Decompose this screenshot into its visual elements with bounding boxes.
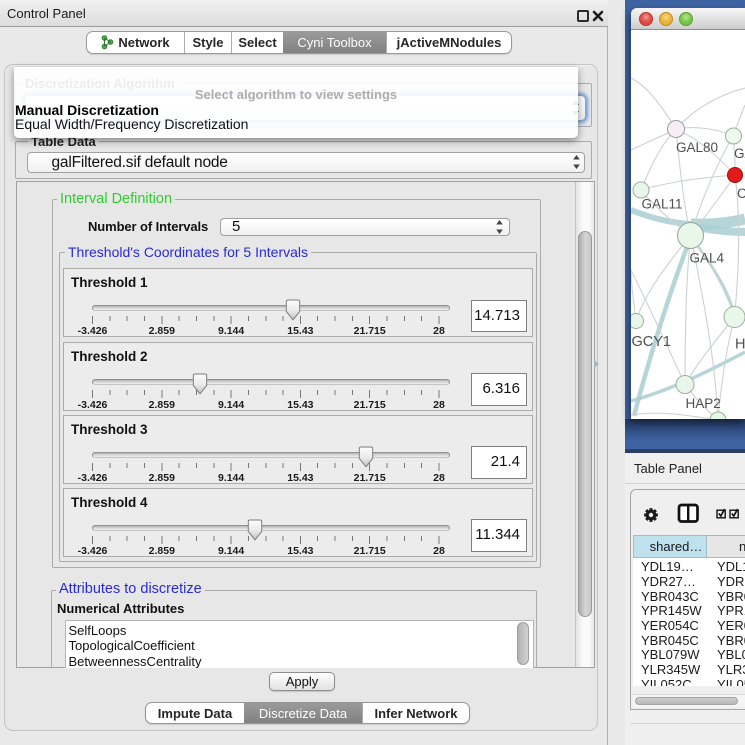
svg-text:GAL11: GAL11 (642, 197, 683, 212)
svg-text:C: C (737, 186, 745, 201)
svg-text:HAP2: HAP2 (686, 396, 721, 411)
svg-text:H: H (735, 337, 745, 353)
svg-text:GAL4: GAL4 (690, 251, 725, 266)
svg-text:GCY1: GCY1 (632, 334, 672, 350)
svg-text:GA: GA (734, 146, 745, 161)
svg-text:GAL80: GAL80 (676, 140, 718, 155)
